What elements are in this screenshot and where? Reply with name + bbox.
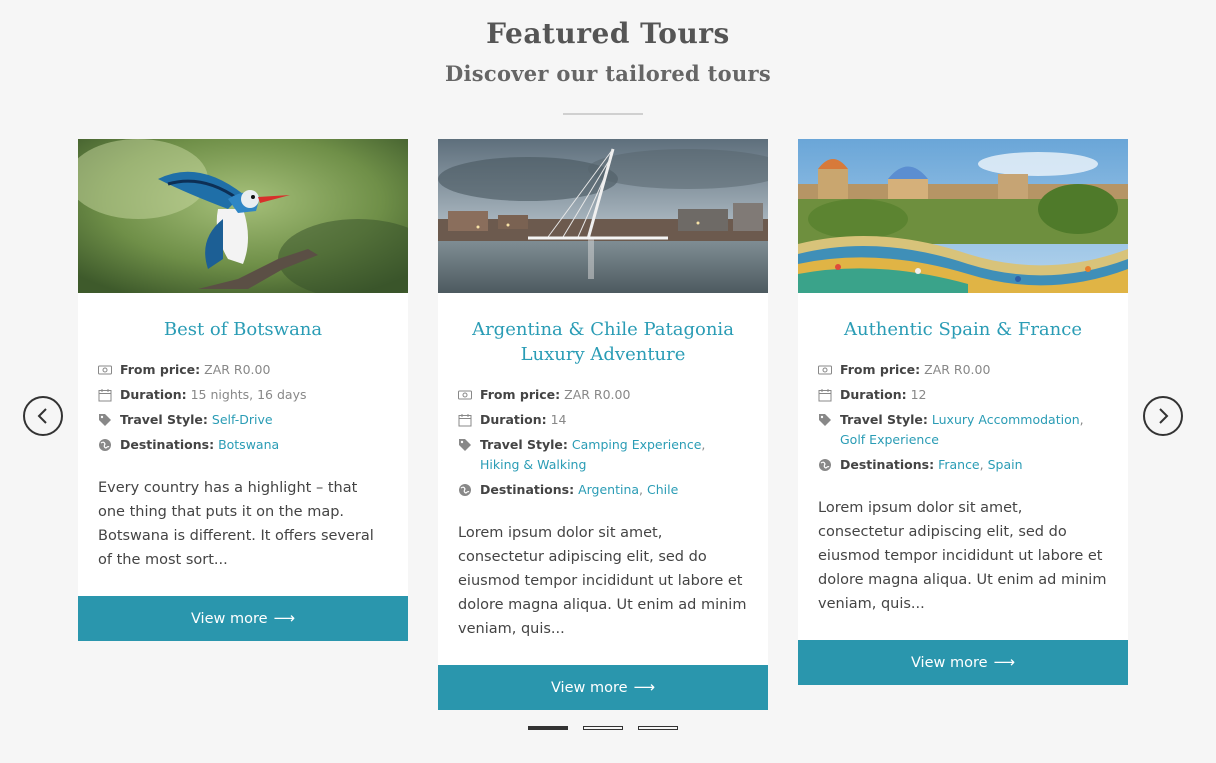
globe-icon [99, 439, 111, 451]
tag-icon [459, 439, 471, 451]
meta-travel-style: Travel Style: Luxury Accommodation, Golf… [818, 410, 1108, 450]
calendar-icon [458, 414, 472, 427]
meta-label: Travel Style: [480, 437, 568, 452]
carousel-prev-button[interactable] [23, 396, 63, 436]
tour-title[interactable]: Best of Botswana [98, 317, 388, 342]
globe-icon [459, 484, 471, 496]
section-subtitle: Discover our tailored tours [444, 61, 772, 86]
meta-price: From price: ZAR R0.00 [818, 360, 1108, 380]
tour-description: Lorem ipsum dolor sit amet, consectetur … [818, 500, 1107, 612]
tour-card: Authentic Spain & France From price: ZAR… [798, 139, 1128, 685]
price-value: ZAR R0.00 [204, 362, 271, 377]
money-icon [818, 365, 832, 375]
tour-card: Argentina & Chile Patagonia Luxury Adven… [438, 139, 768, 710]
tour-image-bridge[interactable] [438, 139, 768, 293]
section-title: Featured Tours [486, 17, 730, 50]
long-arrow-right-icon: ⟶ [273, 609, 296, 627]
long-arrow-right-icon: ⟶ [993, 653, 1016, 671]
tour-image-park-guell[interactable] [798, 139, 1128, 293]
price-value: ZAR R0.00 [924, 362, 991, 377]
tour-title[interactable]: Authentic Spain & France [818, 317, 1108, 342]
travel-style-link[interactable]: Hiking & Walking [480, 457, 586, 472]
tour-description: Every country has a highlight – that one… [98, 480, 374, 568]
tour-image-kingfisher[interactable] [78, 139, 408, 293]
view-more-label: View more [190, 611, 268, 627]
price-value: ZAR R0.00 [564, 387, 631, 402]
meta-destinations: Destinations: Argentina, Chile [458, 480, 748, 500]
meta-label: Travel Style: [840, 412, 928, 427]
pagination-dot-3[interactable] [638, 726, 678, 730]
destination-link[interactable]: Chile [647, 482, 678, 497]
destination-link[interactable]: Botswana [218, 437, 279, 452]
meta-travel-style: Travel Style: Camping Experience, Hiking… [458, 435, 748, 475]
travel-style-link[interactable]: Golf Experience [840, 432, 939, 447]
meta-label: Duration: [120, 387, 187, 402]
meta-label: Destinations: [840, 457, 935, 472]
view-more-label: View more [550, 680, 628, 696]
calendar-icon [818, 389, 832, 402]
chevron-left-icon [37, 408, 47, 424]
travel-style-link[interactable]: Luxury Accommodation [932, 412, 1080, 427]
meta-duration: Duration: 14 [458, 410, 748, 430]
carousel-pagination [528, 726, 693, 730]
meta-label: Travel Style: [120, 412, 208, 427]
meta-label: Destinations: [480, 482, 575, 497]
calendar-icon [98, 389, 112, 402]
view-more-button[interactable]: View more ⟶ [438, 665, 768, 710]
destination-link[interactable]: France [938, 457, 980, 472]
title-divider [563, 113, 643, 115]
tour-title[interactable]: Argentina & Chile Patagonia Luxury Adven… [458, 317, 748, 367]
destination-link[interactable]: Spain [988, 457, 1023, 472]
travel-style-link[interactable]: Self-Drive [212, 412, 273, 427]
long-arrow-right-icon: ⟶ [633, 678, 656, 696]
meta-label: From price: [120, 362, 201, 377]
tour-description: Lorem ipsum dolor sit amet, consectetur … [458, 525, 747, 637]
money-icon [98, 365, 112, 375]
destination-link[interactable]: Argentina [578, 482, 639, 497]
meta-label: Duration: [840, 387, 907, 402]
money-icon [458, 390, 472, 400]
meta-destinations: Destinations: Botswana [98, 435, 388, 455]
carousel-next-button[interactable] [1143, 396, 1183, 436]
meta-price: From price: ZAR R0.00 [458, 385, 748, 405]
pagination-dot-2[interactable] [583, 726, 623, 730]
duration-value: 14 [550, 412, 567, 427]
meta-price: From price: ZAR R0.00 [98, 360, 388, 380]
travel-style-link[interactable]: Camping Experience [572, 437, 702, 452]
tour-card: Best of Botswana From price: ZAR R0.00 D… [78, 139, 408, 641]
meta-label: Destinations: [120, 437, 215, 452]
tag-icon [99, 414, 111, 426]
tag-icon [819, 414, 831, 426]
meta-label: From price: [480, 387, 561, 402]
pagination-dot-1[interactable] [528, 726, 568, 730]
meta-duration: Duration: 12 [818, 385, 1108, 405]
chevron-right-icon [1159, 408, 1169, 424]
view-more-button[interactable]: View more ⟶ [798, 640, 1128, 685]
meta-duration: Duration: 15 nights, 16 days [98, 385, 388, 405]
view-more-label: View more [910, 655, 988, 671]
meta-destinations: Destinations: France, Spain [818, 455, 1108, 475]
meta-label: Duration: [480, 412, 547, 427]
view-more-button[interactable]: View more ⟶ [78, 596, 408, 641]
duration-value: 12 [910, 387, 927, 402]
meta-label: From price: [840, 362, 921, 377]
duration-value: 15 nights, 16 days [190, 387, 307, 402]
globe-icon [819, 459, 831, 471]
meta-travel-style: Travel Style: Self-Drive [98, 410, 388, 430]
